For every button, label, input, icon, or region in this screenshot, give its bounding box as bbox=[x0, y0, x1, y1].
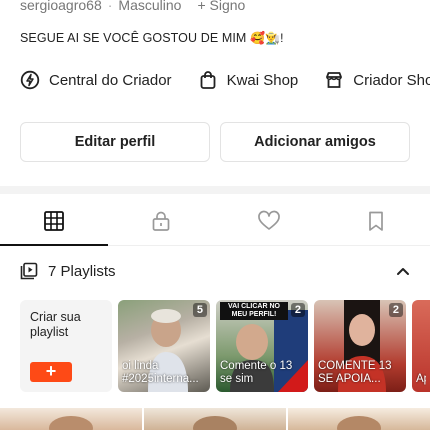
playlist-video-count: 2 bbox=[388, 303, 403, 317]
creator-shop-label: Criador Sho bbox=[353, 71, 430, 89]
playlist-overlay-tag: VAI CLICAR NO MEU PERFIL! bbox=[220, 302, 288, 320]
separator-dot: · bbox=[107, 0, 113, 13]
lightning-circle-icon bbox=[20, 70, 40, 90]
profile-actions: Editar perfil Adicionar amigos bbox=[20, 122, 410, 162]
chevron-up-icon[interactable] bbox=[396, 266, 410, 276]
playlist-title: COMENTE 13 SE APOIA... bbox=[318, 360, 392, 385]
bio-text: SEGUE AI SE VOCÊ GOSTOU DE MIM 🥰👨‍🌾! bbox=[20, 31, 284, 45]
playlists-count-label: 7 Playlists bbox=[48, 262, 116, 280]
playlist-card[interactable]: 5 oi linda #2025interna... bbox=[118, 300, 210, 392]
kwai-shop-label: Kwai Shop bbox=[226, 71, 299, 89]
playlist-card[interactable]: VAI CLICAR NO MEU PERFIL! 2 Comente o 13… bbox=[216, 300, 308, 392]
video-thumbnail[interactable] bbox=[288, 408, 430, 430]
create-playlist-button[interactable]: + bbox=[30, 362, 72, 382]
playlist-title: Ap bbox=[416, 373, 426, 385]
create-playlist-label: Criar sua playlist bbox=[30, 310, 81, 339]
heart-icon bbox=[257, 210, 280, 230]
tab-liked[interactable] bbox=[215, 196, 323, 245]
playlists-header[interactable]: 7 Playlists bbox=[20, 258, 410, 284]
creator-center-link[interactable]: Central do Criador bbox=[20, 70, 172, 90]
playlist-title: oi linda #2025interna... bbox=[122, 360, 199, 385]
creator-links: Central do Criador Kwai Shop Criador Sho bbox=[20, 66, 430, 94]
tab-grid[interactable] bbox=[0, 196, 108, 246]
bio-emoji: 🥰👨‍🌾! bbox=[250, 31, 284, 45]
playlist-title: Comente o 13 se sim bbox=[220, 360, 293, 385]
video-thumbnail-image bbox=[49, 416, 93, 430]
bio-line: SEGUE AI SE VOCÊ GOSTOU DE MIM bbox=[20, 31, 247, 45]
tab-private[interactable] bbox=[108, 196, 216, 245]
video-thumbnail[interactable] bbox=[144, 408, 286, 430]
edit-profile-button[interactable]: Editar perfil bbox=[20, 122, 210, 162]
add-friends-button[interactable]: Adicionar amigos bbox=[220, 122, 410, 162]
gender: Masculino bbox=[118, 0, 182, 13]
profile-meta: sergioagro68 · Masculino + Signo bbox=[20, 0, 245, 15]
tab-saved[interactable] bbox=[323, 196, 430, 245]
lock-icon bbox=[152, 211, 170, 231]
playlist-video-count: 5 bbox=[192, 303, 207, 317]
playlist-card[interactable]: 2 COMENTE 13 SE APOIA... bbox=[314, 300, 406, 392]
video-grid bbox=[0, 408, 430, 430]
video-thumbnail-image bbox=[337, 416, 381, 430]
video-thumbnail[interactable] bbox=[0, 408, 142, 430]
add-sign-link[interactable]: + Signo bbox=[197, 0, 245, 15]
creator-center-label: Central do Criador bbox=[49, 71, 172, 89]
grid-icon bbox=[43, 210, 64, 231]
playlist-video-count: 2 bbox=[290, 303, 305, 317]
playlist-icon bbox=[20, 262, 38, 280]
section-divider bbox=[0, 186, 430, 194]
profile-tabs bbox=[0, 196, 430, 246]
shopping-bag-icon bbox=[200, 71, 215, 89]
username: sergioagro68 bbox=[20, 0, 102, 13]
create-playlist-card[interactable]: Criar sua playlist + bbox=[20, 300, 112, 392]
bookmark-icon bbox=[369, 211, 384, 231]
creator-shop-link[interactable]: Criador Sho bbox=[324, 70, 430, 90]
playlist-card[interactable]: Ap bbox=[412, 300, 430, 392]
video-thumbnail-image bbox=[193, 416, 237, 430]
kwai-shop-link[interactable]: Kwai Shop bbox=[198, 70, 299, 90]
store-icon bbox=[326, 72, 343, 88]
